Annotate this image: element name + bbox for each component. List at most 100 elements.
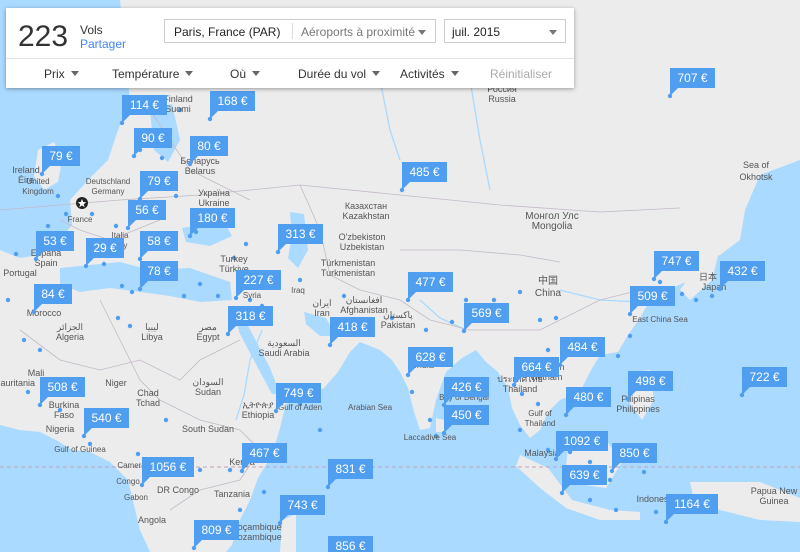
destination-dot: [427, 417, 433, 423]
reset-button[interactable]: Réinitialiser: [490, 67, 552, 81]
place-label: Deutschland: [86, 177, 130, 186]
price-pin[interactable]: 856 €: [326, 536, 373, 552]
place-label: Gulf of Guinea: [54, 445, 106, 454]
destination-dot: [587, 497, 593, 503]
origin-city: Paris, France (PAR): [174, 25, 281, 39]
place-label: Syria: [243, 291, 262, 300]
destination-dot: [37, 347, 43, 353]
place-label: Thailand: [503, 384, 538, 394]
share-link[interactable]: Partager: [80, 37, 126, 51]
month-select[interactable]: juil. 2015: [444, 19, 566, 43]
destination-dot: [5, 297, 11, 303]
destination-dot: [25, 389, 31, 395]
price-pin-label: 58 €: [147, 234, 171, 248]
destination-dot: [587, 459, 593, 465]
place-label: ایران: [312, 298, 331, 309]
price-pin-dot: [717, 286, 723, 292]
destination-dot: [463, 297, 469, 303]
place-label: Ireland: [12, 165, 40, 175]
destination-dot: [553, 315, 559, 321]
chevron-down-icon: [70, 71, 79, 76]
destination-dot: [197, 467, 203, 473]
price-pin-label: 80 €: [197, 139, 221, 153]
price-pin-label: 56 €: [135, 203, 159, 217]
destination-dot: [13, 251, 19, 257]
place-label: Pakistan: [381, 320, 416, 330]
price-pin-dot: [37, 402, 43, 408]
destination-dot: [653, 509, 659, 515]
place-label: Suomi: [165, 104, 191, 114]
price-pin-label: 498 €: [635, 374, 665, 388]
price-pin-label: 29 €: [93, 241, 117, 255]
price-pin-dot: [405, 372, 411, 378]
filter-activities[interactable]: Activités: [400, 67, 459, 81]
price-pin-label: 639 €: [569, 468, 599, 482]
filter-where[interactable]: Où: [230, 67, 261, 81]
destination-dot: [243, 241, 249, 247]
place-label: Egypt: [196, 332, 220, 342]
filter-bar: Prix Température Où Durée du vol Activit…: [6, 58, 574, 89]
destination-dot: [129, 289, 135, 295]
destination-dot: [627, 333, 633, 339]
place-label: Беларусь: [180, 156, 220, 166]
destination-dot: [449, 319, 455, 325]
place-label: Sea of: [743, 160, 770, 170]
price-pin-label: 313 €: [285, 227, 315, 241]
flights-label: Vols: [80, 23, 103, 37]
filter-temperature[interactable]: Température: [112, 67, 194, 81]
filter-price[interactable]: Prix: [44, 67, 79, 81]
price-pin-label: 569 €: [471, 306, 501, 320]
place-label: Mongolia: [532, 221, 573, 232]
place-label: 日本: [699, 271, 717, 282]
chevron-down-icon: [418, 30, 426, 35]
destination-dot: [693, 297, 699, 303]
price-pin-label: 180 €: [197, 211, 227, 225]
price-pin-label: 508 €: [47, 380, 77, 394]
destination-dot: [317, 427, 323, 433]
price-pin-label: 509 €: [637, 289, 667, 303]
destination-dot: [641, 469, 647, 475]
destination-dot: [119, 283, 125, 289]
place-label: Arabian Sea: [348, 403, 393, 412]
destination-dot: [297, 277, 303, 283]
nearby-airports-dropdown[interactable]: Aéroports à proximité: [301, 20, 415, 44]
price-pin-label: 831 €: [335, 462, 365, 476]
place-label: Thailand: [525, 419, 556, 428]
price-pin-dot: [275, 249, 281, 255]
place-label: DR Congo: [157, 485, 199, 495]
price-pin-dot: [405, 297, 411, 303]
price-pin-label: 747 €: [661, 254, 691, 268]
destination-dot: [709, 293, 715, 299]
place-label: Libya: [141, 332, 163, 342]
destination-dot: [517, 427, 523, 433]
place-label: Ethiopia: [242, 410, 275, 420]
price-pin-label: 78 €: [147, 264, 171, 278]
destination-dot: [261, 489, 267, 495]
chevron-down-icon: [450, 71, 459, 76]
place-label: Saudi Arabia: [258, 348, 309, 358]
price-pin-dot: [233, 295, 239, 301]
place-label: Portugal: [3, 268, 37, 278]
place-label: Turkmenistan: [321, 268, 375, 278]
price-pin-label: 850 €: [619, 446, 649, 460]
place-label: Mauritania: [0, 378, 35, 388]
price-pin-label: 707 €: [677, 71, 707, 85]
filter-activities-label: Activités: [400, 67, 445, 81]
destination-dot: [113, 223, 119, 229]
filter-flight-duration[interactable]: Durée du vol: [298, 67, 381, 81]
origin-input[interactable]: Paris, France (PAR) Aéroports à proximit…: [164, 19, 436, 43]
place-label: Laccadive Sea: [404, 433, 457, 442]
place-label: Faso: [54, 410, 74, 420]
destination-dot: [545, 347, 551, 353]
place-label: ኢትዮጵያ: [242, 400, 274, 410]
price-pin-label: 485 €: [409, 165, 439, 179]
filter-where-label: Où: [230, 67, 247, 81]
place-label: Angola: [138, 515, 166, 525]
price-pin-dot: [663, 519, 669, 525]
place-label: 中国: [538, 274, 558, 287]
price-pin-dot: [187, 161, 193, 167]
place-label: Türkmenistan: [321, 258, 376, 268]
price-pin-dot: [31, 309, 37, 315]
destination-dot: [517, 289, 523, 295]
price-pin-label: 477 €: [415, 275, 445, 289]
